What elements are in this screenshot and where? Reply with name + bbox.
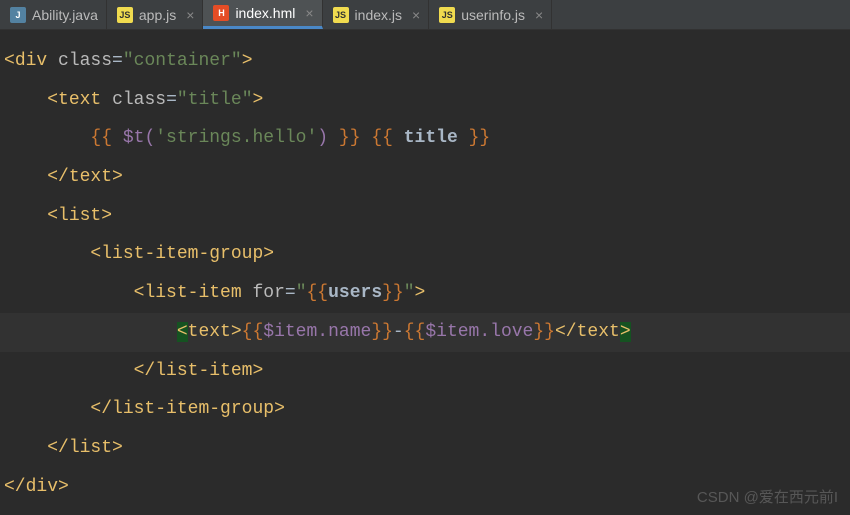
close-icon[interactable]: × — [412, 7, 420, 23]
expression: $item.love — [425, 322, 533, 342]
attr-name: for — [252, 283, 284, 303]
tab-label: userinfo.js — [461, 7, 525, 23]
editor-tabs: J Ability.java JS app.js × H index.hml ×… — [0, 0, 850, 30]
js-icon: JS — [117, 7, 133, 23]
code-line[interactable]: <div class="container"> — [0, 42, 850, 81]
angle-close: > — [242, 51, 253, 71]
close-icon[interactable]: × — [535, 7, 543, 23]
code-line[interactable]: <list> — [0, 197, 850, 236]
attr-name: class — [112, 90, 166, 110]
hml-icon: H — [213, 5, 229, 21]
tag-name: text — [577, 322, 620, 342]
java-icon: J — [10, 7, 26, 23]
identifier: users — [328, 283, 382, 303]
code-line[interactable]: </text> — [0, 158, 850, 197]
tag-name: list-item — [144, 283, 241, 303]
attr-value: container — [134, 51, 231, 71]
tag-name: list — [58, 206, 101, 226]
code-line[interactable]: </list> — [0, 429, 850, 468]
tag-name: text — [69, 167, 112, 187]
watermark-text: CSDN @爱在西元前I — [697, 486, 838, 507]
tag-name: text — [58, 90, 101, 110]
tab-label: Ability.java — [32, 7, 98, 23]
tag-name: list-item-group — [101, 244, 263, 264]
tab-label: index.js — [355, 7, 402, 23]
code-line[interactable]: <list-item-group> — [0, 235, 850, 274]
attr-name: class — [58, 51, 112, 71]
angle-open: < — [4, 51, 15, 71]
tab-label: app.js — [139, 7, 176, 23]
close-icon[interactable]: × — [186, 7, 194, 23]
code-line[interactable]: <text class="title"> — [0, 81, 850, 120]
code-line[interactable]: </list-item> — [0, 352, 850, 391]
tag-name: div — [15, 51, 47, 71]
tab-index-js[interactable]: JS index.js × — [323, 0, 430, 29]
tag-name: list-item — [155, 361, 252, 381]
tab-index-hml[interactable]: H index.hml × — [203, 0, 322, 29]
angle-open: < — [177, 322, 188, 342]
tab-label: index.hml — [235, 5, 295, 21]
js-icon: JS — [439, 7, 455, 23]
js-icon: JS — [333, 7, 349, 23]
attr-value: title — [188, 90, 242, 110]
code-line[interactable]: <list-item for="{{users}}"> — [0, 274, 850, 313]
tab-ability-java[interactable]: J Ability.java — [0, 0, 107, 29]
expression: $t( — [123, 128, 155, 148]
tag-name: text — [188, 322, 231, 342]
code-line[interactable]: </list-item-group> — [0, 390, 850, 429]
mustache-close: }} — [339, 128, 361, 148]
mustache-open: {{ — [90, 128, 112, 148]
tag-name: list — [69, 438, 112, 458]
tab-app-js[interactable]: JS app.js × — [107, 0, 204, 29]
tab-userinfo-js[interactable]: JS userinfo.js × — [429, 0, 552, 29]
tag-name: list-item-group — [112, 399, 274, 419]
code-line-active[interactable]: <text>{{$item.name}}-{{$item.love}}</tex… — [0, 313, 850, 352]
tag-name: div — [26, 477, 58, 497]
identifier: title — [404, 128, 458, 148]
string-literal: 'strings.hello' — [155, 128, 317, 148]
code-editor[interactable]: <div class="container"> <text class="tit… — [0, 30, 850, 506]
angle-close: > — [620, 322, 631, 342]
expression: $item.name — [263, 322, 371, 342]
close-icon[interactable]: × — [305, 5, 313, 21]
code-line[interactable]: {{ $t('strings.hello') }} {{ title }} — [0, 119, 850, 158]
